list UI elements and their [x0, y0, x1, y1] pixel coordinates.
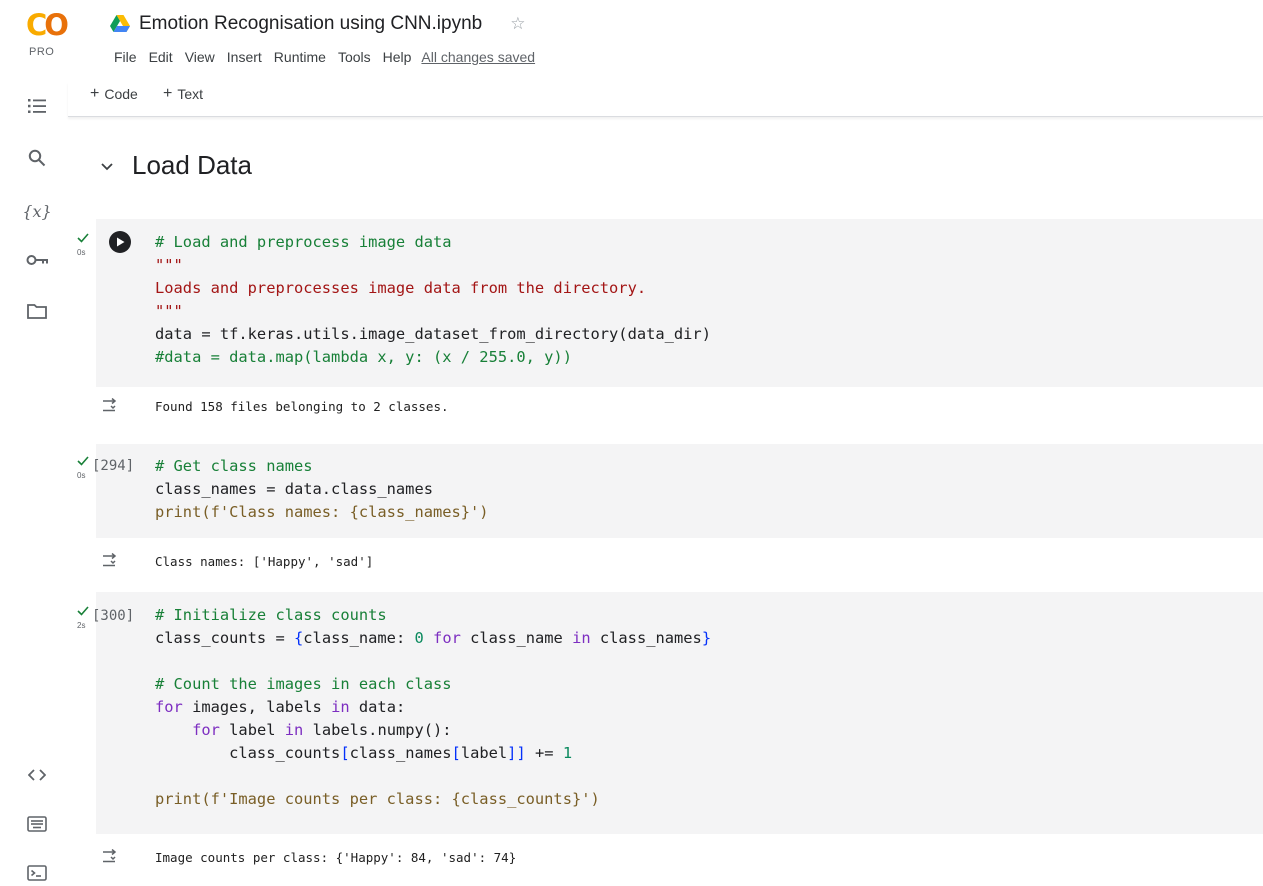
- cell-3-output: Image counts per class: {'Happy': 84, 's…: [155, 850, 517, 865]
- success-check-icon: [77, 606, 89, 616]
- section-title: Load Data: [132, 150, 252, 180]
- table-of-contents-icon[interactable]: [26, 95, 48, 117]
- execution-count: [294]: [92, 458, 135, 474]
- menu-runtime[interactable]: Runtime: [268, 47, 332, 67]
- menu-help[interactable]: Help: [377, 47, 418, 67]
- cell-1-code[interactable]: # Load and preprocess image data """ Loa…: [155, 231, 711, 369]
- menu-edit[interactable]: Edit: [143, 47, 179, 67]
- menu-bar: File Edit View Insert Runtime Tools Help…: [108, 47, 539, 67]
- terminal-icon[interactable]: [26, 862, 48, 884]
- code-line: for images, labels in data:: [155, 698, 406, 716]
- code-line: # Initialize class counts: [155, 606, 387, 624]
- menu-view[interactable]: View: [179, 47, 221, 67]
- code-line: print(f'Class names: {class_names}'): [155, 503, 489, 521]
- run-cell-button[interactable]: [109, 231, 131, 253]
- output-toggle-icon[interactable]: [102, 849, 120, 863]
- execution-time: 2s: [77, 621, 86, 630]
- variables-icon[interactable]: {x}: [22, 200, 51, 222]
- google-drive-icon: [110, 15, 130, 32]
- execution-time: 0s: [77, 471, 86, 480]
- colab-logo-mark: CO: [26, 8, 69, 42]
- search-icon[interactable]: [26, 147, 48, 169]
- chevron-down-icon[interactable]: [100, 159, 114, 173]
- star-icon[interactable]: ☆: [510, 14, 525, 34]
- add-code-label: Code: [104, 86, 138, 102]
- menu-file[interactable]: File: [108, 47, 143, 67]
- add-text-label: Text: [177, 86, 204, 102]
- section-header: Load Data: [100, 150, 252, 181]
- plus-icon: +: [90, 85, 100, 102]
- menu-insert[interactable]: Insert: [221, 47, 268, 67]
- code-line: #data = data.map(lambda x, y: (x / 255.0…: [155, 348, 572, 366]
- add-code-button[interactable]: + Code: [90, 85, 138, 103]
- output-toggle-icon[interactable]: [102, 553, 120, 567]
- play-icon: [117, 237, 125, 247]
- execution-time: 0s: [77, 248, 86, 257]
- code-line: """: [155, 302, 183, 320]
- code-snippets-icon[interactable]: [26, 764, 48, 786]
- menu-tools[interactable]: Tools: [332, 47, 377, 67]
- secrets-key-icon[interactable]: [26, 249, 48, 271]
- code-line: Loads and preprocesses image data from t…: [155, 279, 647, 297]
- cell-1-output: Found 158 files belonging to 2 classes.: [155, 399, 449, 414]
- files-folder-icon[interactable]: [26, 300, 48, 322]
- success-check-icon: [77, 233, 89, 243]
- code-line: data = tf.keras.utils.image_dataset_from…: [155, 325, 711, 343]
- code-line: # Get class names: [155, 457, 313, 475]
- notebook-title-bar: Emotion Recognisation using CNN.ipynb ☆: [110, 10, 525, 38]
- save-status-link[interactable]: All changes saved: [417, 47, 539, 67]
- code-line: # Count the images in each class: [155, 675, 452, 693]
- add-text-button[interactable]: + Text: [163, 85, 203, 103]
- pro-badge: PRO: [29, 46, 55, 58]
- plus-icon: +: [163, 85, 173, 102]
- code-line: for label in labels.numpy():: [192, 721, 452, 739]
- cell-3-code[interactable]: # Initialize class counts class_counts =…: [155, 604, 711, 811]
- command-palette-icon[interactable]: [26, 813, 48, 835]
- code-line: print(f'Image counts per class: {class_c…: [155, 790, 600, 808]
- code-line: # Load and preprocess image data: [155, 233, 452, 251]
- code-line: class_counts = {class_name: 0 for class_…: [155, 629, 712, 647]
- cell-2-code[interactable]: # Get class names class_names = data.cla…: [155, 455, 489, 524]
- colab-logo[interactable]: CO PRO: [26, 8, 69, 62]
- code-line: """: [155, 256, 183, 274]
- execution-count: [300]: [92, 608, 135, 624]
- notebook-title[interactable]: Emotion Recognisation using CNN.ipynb: [139, 13, 482, 35]
- code-line: class_names = data.class_names: [155, 480, 433, 498]
- output-toggle-icon[interactable]: [102, 398, 120, 412]
- notebook-toolbar: + Code + Text: [68, 82, 1263, 117]
- success-check-icon: [77, 456, 89, 466]
- cell-2-output: Class names: ['Happy', 'sad']: [155, 554, 374, 569]
- code-line: class_counts[class_names[label]] += 1: [155, 744, 573, 762]
